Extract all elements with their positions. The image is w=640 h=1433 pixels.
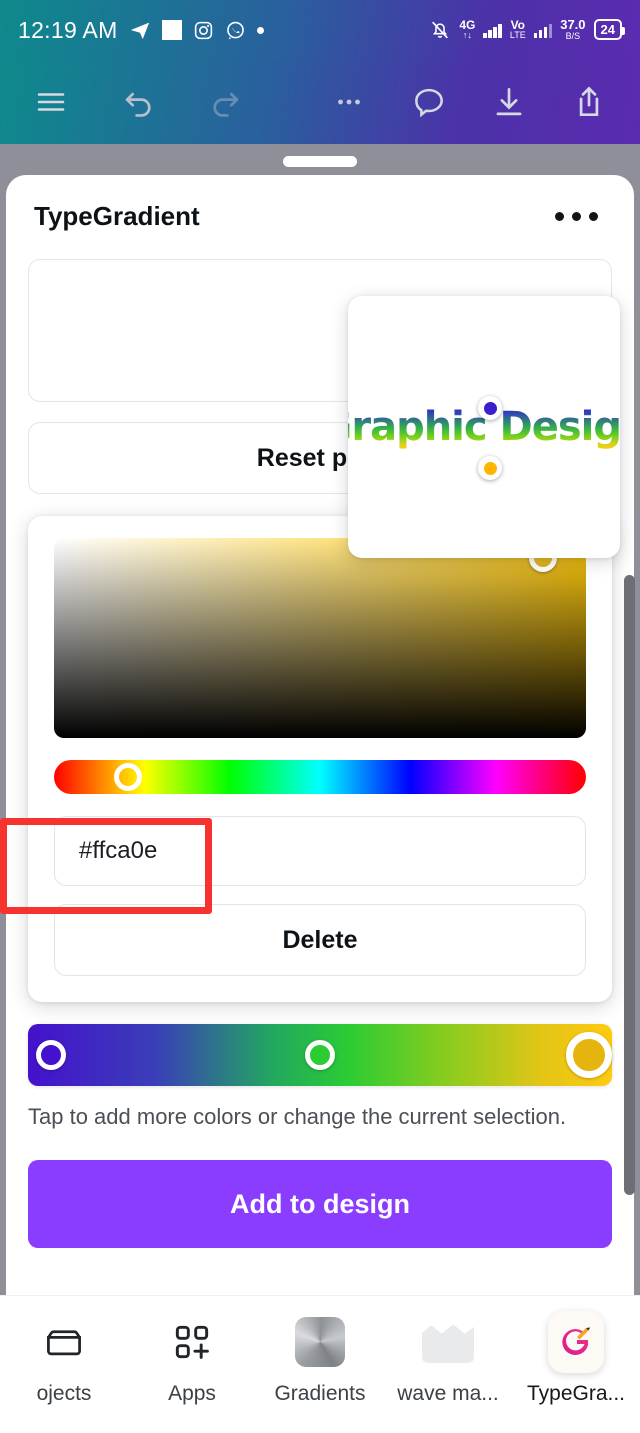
app-toolbar — [0, 60, 640, 144]
signal-bars-sim2-icon — [533, 22, 553, 38]
nav-item-projects[interactable]: ojects — [0, 1314, 128, 1406]
undo-icon[interactable] — [110, 73, 168, 131]
gradient-square-icon — [292, 1314, 348, 1370]
gradient-stop-1[interactable] — [36, 1040, 67, 1070]
bottom-navigation: ojects Apps Gradients wave ma... TypeGra… — [0, 1295, 640, 1433]
telegram-icon — [129, 19, 151, 41]
status-bar-left: 12:19 AM — [18, 17, 264, 44]
nav-item-typegradient[interactable]: TypeGra... — [512, 1311, 640, 1406]
sheet-header: TypeGradient — [6, 175, 634, 257]
comment-bubble-icon[interactable] — [400, 73, 458, 131]
data-speed-indicator: 37.0 B/S — [560, 17, 586, 42]
more-horizontal-icon[interactable] — [320, 73, 378, 131]
vertical-scrollbar[interactable] — [624, 575, 635, 1195]
folder-icon — [36, 1314, 92, 1370]
nav-label-projects: ojects — [36, 1382, 92, 1405]
nav-item-gradients[interactable]: Gradients — [256, 1314, 384, 1406]
status-bar: 12:19 AM 4G ↑↓ Vo LTE 37.0 B/S 24 — [0, 0, 640, 60]
volte-indicator: Vo LTE — [509, 18, 526, 41]
nav-item-wave-maker[interactable]: wave ma... — [384, 1314, 512, 1406]
white-square-icon — [161, 20, 182, 40]
delete-button[interactable]: Delete — [54, 904, 586, 976]
hue-selector-ring[interactable] — [114, 763, 143, 791]
nav-label-apps: Apps — [168, 1382, 216, 1405]
text-preview-card[interactable]: Graphic Design — [348, 296, 620, 558]
gradient-stops-bar[interactable] — [28, 1024, 612, 1086]
nav-label-wave-maker: wave ma... — [397, 1382, 499, 1405]
dot-indicator-icon — [256, 26, 264, 34]
hamburger-menu-icon[interactable] — [22, 73, 80, 131]
share-upload-icon[interactable] — [560, 73, 618, 131]
nav-item-apps[interactable]: Apps — [128, 1314, 256, 1406]
kebab-menu-icon[interactable] — [547, 204, 606, 229]
page-title: TypeGradient — [34, 200, 200, 231]
hex-color-input[interactable]: #ffca0e — [54, 816, 586, 886]
status-bar-right: 4G ↑↓ Vo LTE 37.0 B/S 24 — [429, 17, 626, 42]
download-icon[interactable] — [480, 73, 538, 131]
gradient-stop-2[interactable] — [305, 1040, 335, 1070]
status-time: 12:19 AM — [18, 16, 118, 43]
battery-indicator: 24 — [593, 19, 626, 41]
redo-icon[interactable] — [196, 73, 254, 131]
add-to-design-button[interactable]: Add to design — [28, 1160, 612, 1248]
saturation-value-area[interactable] — [54, 538, 586, 738]
hue-slider[interactable] — [54, 760, 586, 794]
mobile-screen: 12:19 AM 4G ↑↓ Vo LTE 37.0 B/S 24 TypeGr… — [0, 0, 640, 1433]
wave-icon — [420, 1314, 476, 1370]
gradient-end-handle[interactable] — [478, 456, 502, 480]
gradient-start-handle[interactable] — [478, 396, 502, 420]
bottom-sheet: TypeGradient Reset posi #ffca0e Delete T… — [6, 175, 634, 1295]
bell-muted-icon — [429, 19, 451, 41]
whatsapp-icon — [225, 20, 246, 41]
instagram-icon — [193, 20, 214, 41]
typegradient-app-icon — [548, 1311, 604, 1373]
network-type-4g: 4G ↑↓ — [459, 18, 476, 41]
sheet-drag-handle[interactable] — [283, 156, 357, 167]
apps-grid-plus-icon — [164, 1314, 220, 1370]
signal-bars-sim1-icon — [483, 22, 502, 38]
gradient-hint-text: Tap to add more colors or change the cur… — [28, 1104, 567, 1129]
color-picker-popover: #ffca0e Delete — [28, 516, 612, 1002]
nav-label-typegradient: TypeGra... — [526, 1382, 626, 1405]
gradient-stop-3-selected[interactable] — [565, 1032, 612, 1078]
nav-label-gradients: Gradients — [274, 1382, 366, 1405]
